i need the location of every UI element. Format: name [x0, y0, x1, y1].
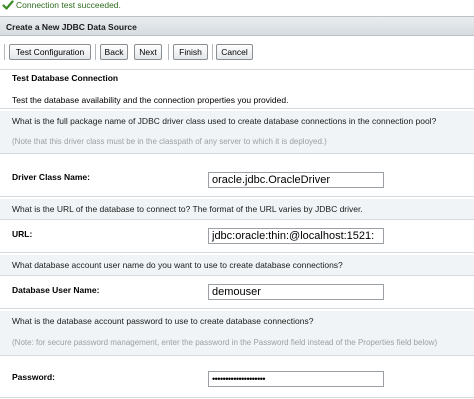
divider [0, 69, 474, 70]
next-button[interactable]: Next [134, 44, 162, 60]
page-header: Create a New JDBC Data Source [0, 16, 474, 36]
password-label: Password: [12, 372, 55, 382]
password-field[interactable]: •••••••••••••••••••• [208, 371, 384, 387]
status-text: Connection test succeeded. [16, 0, 121, 10]
back-button[interactable]: Back [100, 44, 128, 60]
password-question: What is the database account password to… [12, 316, 314, 326]
toolbar-separator [212, 44, 213, 60]
driver-note: (Note that this driver class must be in … [12, 137, 327, 146]
user-question: What database account user name do you w… [12, 260, 343, 270]
divider [0, 355, 474, 356]
status-message: Connection test succeeded. [0, 0, 474, 12]
test-configuration-button[interactable]: Test Configuration [9, 44, 91, 60]
divider [0, 219, 474, 220]
driver-class-label: Driver Class Name: [12, 172, 90, 182]
divider [0, 252, 474, 253]
section-title: Test Database Connection [12, 73, 119, 83]
database-user-field[interactable]: demouser [208, 284, 384, 300]
page-title: Create a New JDBC Data Source [6, 22, 137, 32]
url-question: What is the URL of the database to conne… [12, 204, 363, 214]
toolbar-separator [4, 44, 5, 60]
divider [0, 108, 474, 109]
divider [0, 196, 474, 197]
section-description: Test the database availability and the c… [12, 95, 289, 105]
driver-class-field[interactable]: oracle.jdbc.OracleDriver [208, 172, 384, 188]
toolbar-separator [95, 44, 96, 60]
password-note: (Note: for secure password management, e… [12, 338, 438, 347]
url-field[interactable]: jdbc:oracle:thin:@localhost:1521: [208, 228, 384, 244]
database-user-label: Database User Name: [12, 285, 100, 295]
finish-button[interactable]: Finish [173, 44, 208, 60]
divider [0, 153, 474, 154]
divider [0, 275, 474, 276]
checkmark-icon [2, 0, 14, 10]
divider [0, 308, 474, 309]
url-label: URL: [12, 229, 33, 239]
cancel-button[interactable]: Cancel [216, 44, 253, 60]
driver-question: What is the full package name of JDBC dr… [12, 116, 437, 126]
toolbar-separator [168, 44, 169, 60]
divider [0, 397, 474, 398]
